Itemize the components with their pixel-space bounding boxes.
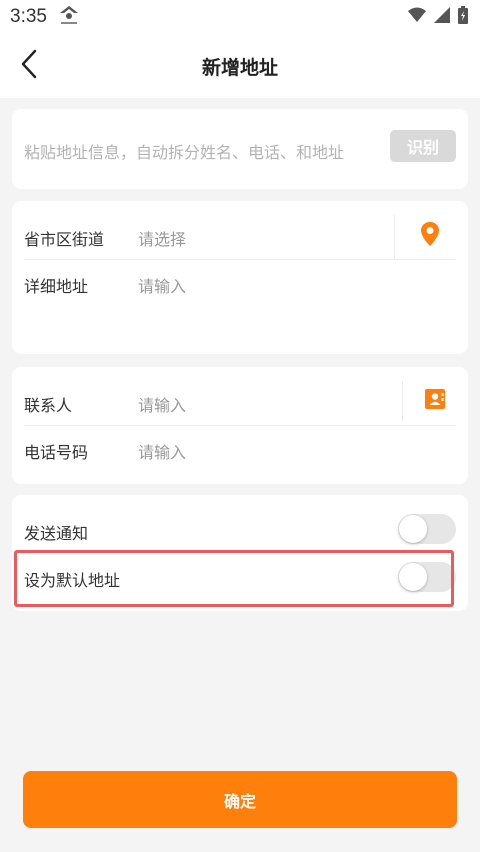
detail-address-label: 详细地址 bbox=[24, 277, 89, 296]
paste-address-input[interactable]: 粘贴地址信息，自动拆分姓名、电话、和地址 bbox=[24, 139, 344, 163]
signal-icon bbox=[434, 7, 450, 27]
send-notification-row: 发送通知 bbox=[24, 507, 456, 554]
contact-name-label: 联系人 bbox=[24, 396, 73, 415]
confirm-button[interactable]: 确定 bbox=[23, 771, 457, 828]
toggle-knob bbox=[399, 515, 427, 543]
send-notification-toggle[interactable] bbox=[398, 514, 456, 544]
contact-book-icon bbox=[424, 388, 446, 414]
status-bar: 3:35 bbox=[0, 0, 480, 34]
contact-card: 联系人 请输入 电话号码 请输入 bbox=[12, 367, 468, 484]
settings-card: 发送通知 设为默认地址 bbox=[12, 495, 468, 611]
location-button[interactable] bbox=[414, 220, 446, 252]
default-address-label: 设为默认地址 bbox=[24, 571, 121, 590]
region-select[interactable]: 请选择 bbox=[138, 226, 186, 250]
contact-name-input[interactable]: 请输入 bbox=[138, 392, 186, 416]
contacts-button[interactable] bbox=[419, 385, 451, 417]
page-title: 新增地址 bbox=[201, 57, 278, 79]
wifi-icon bbox=[408, 7, 426, 27]
default-address-row: 设为默认地址 bbox=[24, 554, 456, 601]
region-label: 省市区街道 bbox=[24, 230, 105, 249]
send-notification-label: 发送通知 bbox=[24, 524, 89, 543]
detail-address-row: 详细地址 请输入 bbox=[24, 260, 456, 340]
address-card: 省市区街道 请选择 详细地址 请输入 bbox=[12, 201, 468, 354]
status-time: 3:35 bbox=[10, 6, 47, 27]
paste-address-card: 粘贴地址信息，自动拆分姓名、电话、和地址 识别 bbox=[12, 109, 468, 189]
vertical-divider bbox=[402, 381, 403, 421]
navigation-bar: 新增地址 bbox=[0, 34, 480, 98]
phone-label: 电话号码 bbox=[24, 443, 89, 462]
battery-icon bbox=[458, 6, 468, 28]
status-icons bbox=[408, 6, 468, 28]
phone-row: 电话号码 请输入 bbox=[24, 426, 456, 473]
app-logo-icon bbox=[58, 4, 80, 28]
default-address-toggle[interactable] bbox=[398, 562, 456, 592]
phone-input[interactable]: 请输入 bbox=[138, 439, 186, 463]
contact-name-row: 联系人 请输入 bbox=[24, 379, 456, 426]
location-pin-icon bbox=[420, 221, 440, 251]
toggle-knob bbox=[399, 563, 427, 591]
vertical-divider bbox=[394, 215, 395, 259]
region-row[interactable]: 省市区街道 请选择 bbox=[24, 213, 456, 260]
detail-address-input[interactable]: 请输入 bbox=[138, 273, 186, 297]
identify-button[interactable]: 识别 bbox=[390, 130, 456, 162]
